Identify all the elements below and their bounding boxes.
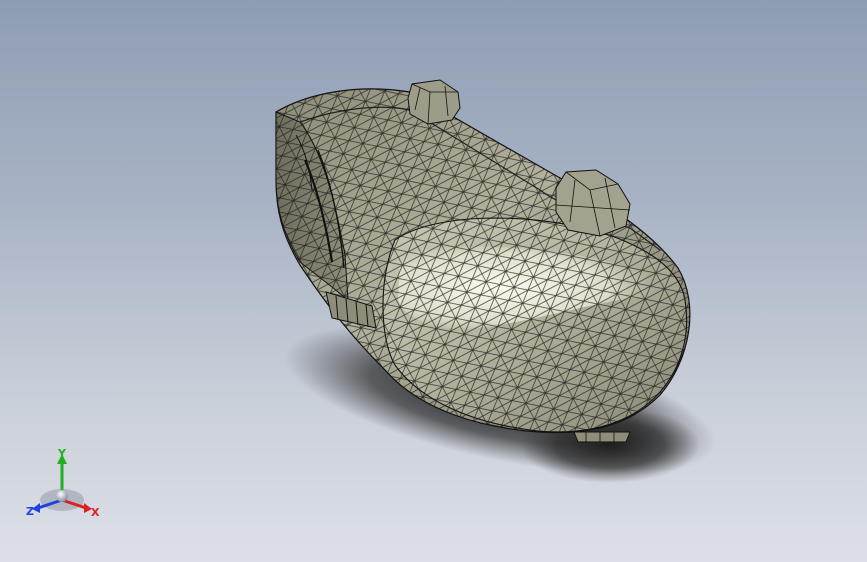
z-axis-label: Z <box>26 505 34 518</box>
top-boss-front[interactable] <box>555 169 631 237</box>
triad-origin <box>56 490 68 502</box>
x-axis-label: X <box>91 506 100 519</box>
y-axis-label: Y <box>57 448 67 460</box>
graphics-viewport[interactable]: Y X Z <box>0 0 867 562</box>
top-boss-rear[interactable] <box>407 79 461 125</box>
coordinate-triad: Y X Z <box>26 448 100 519</box>
mesh-model-view[interactable] <box>0 0 867 562</box>
